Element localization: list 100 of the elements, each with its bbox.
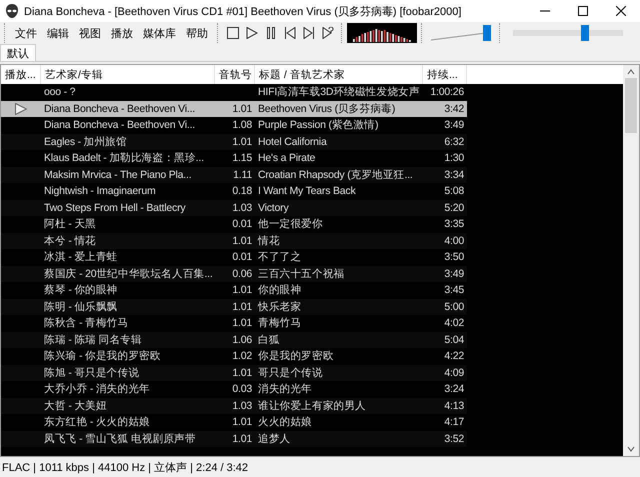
menu-item[interactable]: 媒体库 <box>138 24 181 42</box>
track-cell-text: 1.01 <box>231 136 253 148</box>
random-play-icon <box>322 27 334 39</box>
artist-cell-text: 蔡国庆 - 20世纪中华歌坛名人百集... <box>43 266 214 281</box>
artist-cell-text: 陈秋含 - 青梅竹马 <box>43 316 130 330</box>
playlist-row[interactable]: 大哲 - 大美妞 1.03 谁让你爱上有家的男人 4:13 <box>1 398 467 414</box>
track-cell-text: 1.01 <box>231 416 253 428</box>
duration-cell-text: 3:42 <box>443 102 465 115</box>
track-cell-text: 0.03 <box>231 383 253 396</box>
track-cell-text: 1.15 <box>231 152 253 164</box>
track-cell-text: 0.06 <box>231 268 253 280</box>
previous-icon <box>284 27 296 39</box>
status-text: FLAC | 1011 kbps | 44100 Hz | 立体声 | 2:24 / 3:42 <box>1 460 248 474</box>
title-cell-text: 火火的姑娘 <box>257 415 314 430</box>
window-title: Diana Boncheva - [Beethoven Virus CD1 #01] Beethoven Virus (贝多芬病毒) [foobar2000] <box>23 4 462 18</box>
duration-cell-text: 5:00 <box>443 300 465 313</box>
playlist-tab[interactable]: 默认 <box>0 44 36 61</box>
duration-cell-text: 1:30 <box>443 152 465 164</box>
title-cell-text: Purple Passion (紫色激情) <box>257 118 380 132</box>
duration-cell-text: 4:09 <box>443 366 465 379</box>
artist-cell-text: Klaus Badelt - 加勒比海盗：黑珍... <box>43 151 205 166</box>
menu-item[interactable]: 视图 <box>74 24 106 42</box>
artist-cell-text: 蔡琴 - 你的眼神 <box>43 283 119 298</box>
track-cell-text: 0.01 <box>231 251 253 264</box>
title-cell-text: 他一定很爱你 <box>257 217 324 232</box>
title-cell-text: Beethoven Virus (贝多芬病毒) <box>257 102 396 116</box>
artist-cell-text: Diana Boncheva - Beethoven Vi... <box>43 119 196 132</box>
artist-cell-text: 阿杜 - 天黑 <box>43 217 97 232</box>
duration-cell-text: 4:13 <box>443 400 465 412</box>
track-cell-text: 1.02 <box>231 350 253 362</box>
duration-cell-text: 1:00:26 <box>429 86 465 98</box>
title-cell-text: 白狐 <box>257 332 281 347</box>
title-cell-text: Croatian Rhapsody (克罗地亚狂... <box>257 168 414 182</box>
duration-cell-text: 4:22 <box>443 350 465 362</box>
playlist-row[interactable]: 蔡国庆 - 20世纪中华歌坛名人百集... 0.06 三百六十五个祝福 3:49 <box>1 266 467 282</box>
duration-cell-text: 5:04 <box>443 334 465 346</box>
title-cell-text: Hotel California <box>257 136 328 148</box>
title-cell-text: 快乐老家 <box>256 300 302 314</box>
track-cell-text: 1.01 <box>231 366 253 379</box>
playlist-row[interactable]: 陈旭 - 哥只是个传说 1.01 哥只是个传说 4:09 <box>1 364 467 381</box>
title-cell-text: 你是我的罗密欧 <box>257 349 335 364</box>
pause-icon <box>264 27 276 39</box>
play-icon <box>246 27 258 39</box>
track-cell-text: 1.01 <box>231 300 253 313</box>
duration-cell-text: 4:17 <box>443 416 465 428</box>
duration-cell-text: 3:49 <box>443 119 465 132</box>
title-cell-text: 谁让你爱上有家的男人 <box>257 398 368 413</box>
track-cell-text: 0.18 <box>231 185 253 198</box>
track-cell-text: 1.01 <box>231 102 253 115</box>
duration-cell-text: 3:24 <box>443 383 465 396</box>
playlist-row[interactable]: Eagles - 加州旅馆 1.01 Hotel California 6:32 <box>1 134 467 150</box>
title-cell-text: 追梦人 <box>257 432 292 446</box>
playlist-row[interactable]: 陈瑞 - 陈瑞 同名专辑 1.06 白狐 5:04 <box>1 332 467 348</box>
duration-cell-text: 3:52 <box>443 432 465 445</box>
duration-cell-text: 4:00 <box>443 234 465 247</box>
playlist-row[interactable]: 陈明 - 仙乐飘飘 1.01 快乐老家 5:00 <box>1 298 467 315</box>
artist-cell-text: ooo - ? <box>43 86 76 98</box>
title-cell-text: HIFI高清车载3D环绕磁性发烧女声 <box>257 85 421 100</box>
track-cell-text: 1.01 <box>231 432 253 445</box>
playlist-row[interactable]: 凤飞飞 - 雪山飞狐 电视剧原声带 1.01 追梦人 3:52 <box>1 430 467 447</box>
track-cell-text: 1.01 <box>231 317 253 330</box>
artist-cell-text: Maksim Mrvica - The Piano Pla... <box>43 168 192 181</box>
app-icon <box>4 3 20 19</box>
duration-cell-text: 3:35 <box>443 218 465 230</box>
volume-slider[interactable] <box>431 23 491 43</box>
artist-cell-text: 凤飞飞 - 雪山飞狐 电视剧原声带 <box>43 432 197 446</box>
title-cell-text: Victory <box>257 202 290 214</box>
duration-cell-text: 5:20 <box>443 202 465 214</box>
scroll-down-icon[interactable] <box>627 445 635 453</box>
title-cell-text: 青梅竹马 <box>257 316 302 330</box>
menu-item[interactable]: 文件 <box>10 24 42 42</box>
playlist-row[interactable]: Diana Boncheva - Beethoven Vi... 1.01 Beethoven Virus (贝多芬病毒) 3:42 <box>1 100 467 117</box>
maximize-icon <box>578 6 588 16</box>
duration-cell-text: 3:45 <box>443 284 465 296</box>
track-cell-text: 1.03 <box>231 400 253 412</box>
menu-item[interactable]: 编辑 <box>42 24 74 42</box>
track-cell-text: 0.01 <box>231 218 253 230</box>
artist-cell-text: 大乔小乔 - 消失的光年 <box>43 382 151 396</box>
artist-cell-text: 陈瑞 - 陈瑞 同名专辑 <box>43 332 143 347</box>
artist-cell-text: 陈兴瑜 - 你是我的罗密欧 <box>43 349 162 364</box>
duration-cell-text: 6:32 <box>443 136 465 148</box>
title-cell-text: 情花 <box>256 234 281 248</box>
duration-cell-text: 3:34 <box>443 168 465 181</box>
close-icon <box>616 6 626 16</box>
track-cell-text: 1.01 <box>231 284 253 296</box>
scroll-up-icon[interactable] <box>627 68 635 76</box>
title-cell-text: 你的眼神 <box>257 283 302 298</box>
playlist-row[interactable]: Maksim Mrvica - The Piano Pla... 1.11 Croatian Rhapsody (克罗地亚狂... 3:34 <box>1 166 467 183</box>
menu-item[interactable]: 帮助 <box>181 24 213 42</box>
title-cell-text: I Want My Tears Back <box>257 185 357 198</box>
spectrum-visualizer <box>347 23 417 43</box>
playlist-row[interactable]: Two Steps From Hell - Battlecry 1.03 Victory 5:20 <box>1 200 467 216</box>
duration-cell-text: 5:08 <box>443 185 465 198</box>
title-cell-text: He's a Pirate <box>257 152 316 164</box>
duration-cell-text: 3:50 <box>443 251 465 264</box>
artist-cell-text: 陈旭 - 哥只是个传说 <box>43 366 140 380</box>
artist-cell-text: 本兮 - 情花 <box>43 234 97 248</box>
playlist-row[interactable]: 本兮 - 情花 1.01 情花 4:00 <box>1 232 467 249</box>
menu-item[interactable]: 播放 <box>106 24 138 42</box>
scrollbar-thumb[interactable] <box>625 78 637 133</box>
